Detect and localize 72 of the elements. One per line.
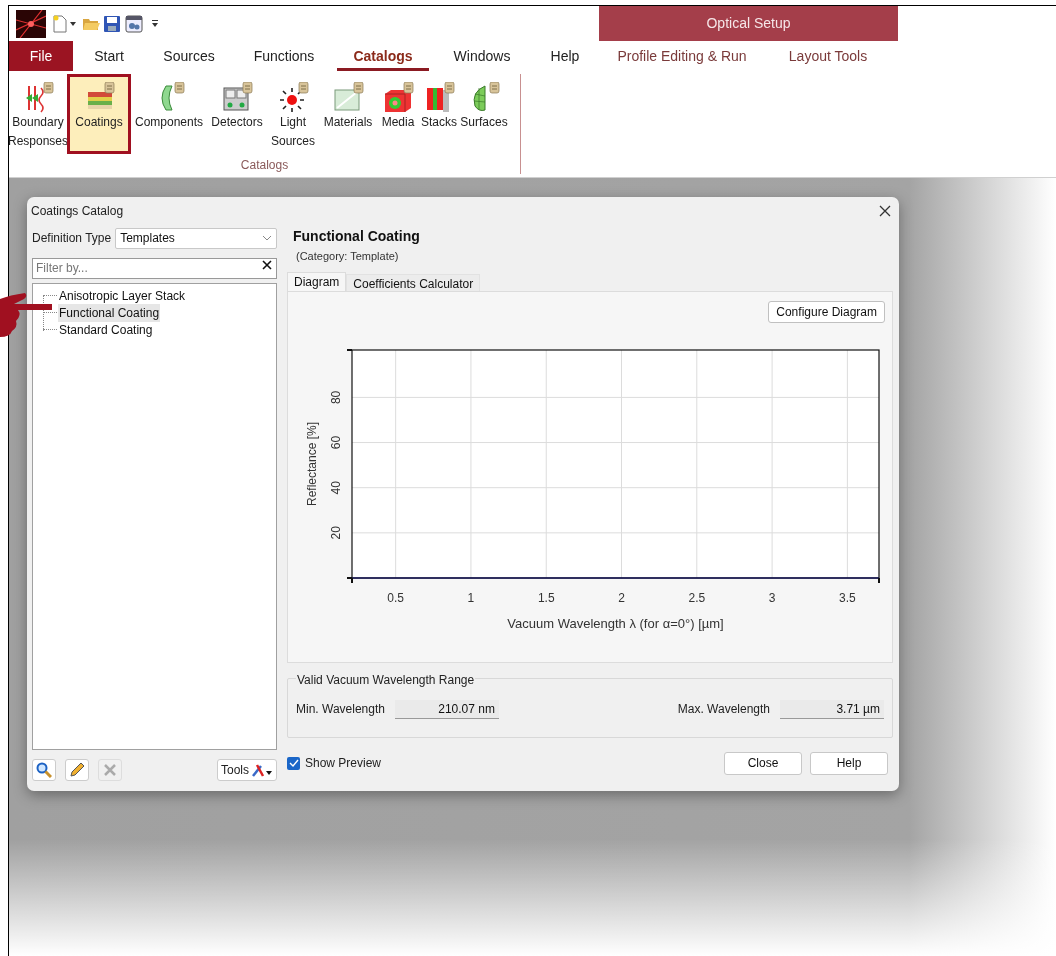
close-icon[interactable] — [879, 205, 891, 217]
x-tick-label: 1.5 — [537, 590, 555, 605]
ribbon-tab[interactable]: Profile Editing & Run — [597, 41, 767, 71]
ribbon-button[interactable]: Boundary Responses — [9, 74, 67, 154]
category-label: (Category: Template) — [296, 249, 400, 264]
group-label: Catalogs — [239, 157, 290, 174]
dialog-button[interactable]: Close — [724, 751, 802, 775]
definition-type-dropdown[interactable]: Templates — [115, 227, 277, 249]
tree-item[interactable]: Anisotropic Layer Stack — [58, 286, 187, 305]
ribbon-button[interactable]: Surfaces — [459, 74, 509, 154]
pencil-icon — [69, 761, 85, 778]
material-block-icon — [332, 82, 364, 113]
x-tick-label: 1 — [467, 590, 475, 605]
dropdown-caret-icon[interactable] — [70, 21, 76, 26]
chevron-down-icon — [262, 235, 272, 241]
ribbon-button[interactable]: Stacks — [419, 74, 459, 154]
tab[interactable]: Diagram — [287, 271, 347, 291]
y-tick-label: 60 — [329, 435, 343, 449]
search-icon — [36, 761, 52, 778]
max-wavelength-field[interactable]: 3.71 µm — [780, 699, 884, 719]
show-preview-checkbox[interactable] — [287, 756, 300, 770]
field-label: Definition Type — [32, 230, 112, 247]
ribbon-button[interactable]: Detectors — [207, 74, 267, 154]
search-button[interactable] — [32, 758, 56, 781]
tree-item[interactable]: Functional Coating — [58, 303, 161, 322]
field-label: Max. Wavelength — [677, 701, 770, 718]
delete-icon — [103, 762, 117, 777]
y-axis-title: Reflectance [%] — [305, 421, 319, 506]
pointing-hand-icon — [0, 291, 52, 339]
customize-toolbar-icon[interactable] — [152, 20, 158, 27]
coating-heading: Functional Coating — [293, 227, 421, 246]
filter-field[interactable]: Filter by... — [32, 257, 277, 279]
ribbon-tab[interactable]: File — [9, 41, 73, 71]
clear-icon[interactable] — [262, 260, 272, 270]
tree-item[interactable]: Standard Coating — [58, 320, 154, 339]
x-tick-label: 2.5 — [688, 590, 706, 605]
ribbon-tab[interactable]: Help — [533, 41, 597, 71]
ribbon-tab[interactable]: Start — [73, 41, 145, 71]
y-tick-label: 20 — [329, 525, 343, 540]
ribbon-tab[interactable]: Windows — [431, 41, 533, 71]
app-logo-icon[interactable] — [16, 9, 46, 38]
x-tick-label: 0.5 — [387, 590, 404, 605]
context-tab-header: Optical Setup — [599, 6, 898, 41]
light-source-icon — [277, 82, 309, 113]
y-tick-label: 80 — [329, 390, 343, 404]
detector-icon — [221, 82, 253, 113]
tools-button[interactable]: Tools — [217, 758, 277, 781]
ribbon-button[interactable]: Materials — [319, 74, 377, 154]
settings-window-icon[interactable] — [125, 14, 143, 33]
ribbon-tab[interactable]: Sources — [145, 41, 233, 71]
x-tick-label: 3 — [768, 590, 776, 605]
x-axis-title: Vacuum Wavelength λ (for α=0°) [µm] — [507, 615, 724, 631]
x-tick-label: 3.5 — [839, 590, 856, 605]
edit-button[interactable] — [65, 758, 89, 781]
y-tick-label: 40 — [329, 480, 343, 494]
ribbon-tab[interactable]: Catalogs — [335, 41, 431, 71]
ribbon-button[interactable]: Media — [377, 74, 419, 154]
x-tick-label: 2 — [618, 590, 625, 605]
min-wavelength-field[interactable]: 210.07 nm — [394, 699, 499, 719]
configure-diagram-button[interactable]: Configure Diagram — [768, 300, 885, 323]
ribbon-tab[interactable]: Functions — [233, 41, 335, 71]
medium-cube-icon — [382, 82, 414, 113]
ribbon-button[interactable]: Coatings — [67, 74, 131, 154]
checkbox-label: Show Preview — [305, 755, 382, 772]
dialog-button[interactable]: Help — [810, 751, 888, 775]
save-icon[interactable] — [104, 15, 120, 32]
ribbon-button[interactable]: Light Sources — [267, 74, 319, 154]
dialog-title: Coatings Catalog — [31, 203, 124, 220]
tab[interactable]: Coefficients Calculator — [346, 273, 481, 291]
field-label: Min. Wavelength — [296, 701, 385, 718]
ribbon-tab[interactable]: Layout Tools — [767, 41, 889, 71]
ribbon-button[interactable]: Components — [131, 74, 207, 154]
